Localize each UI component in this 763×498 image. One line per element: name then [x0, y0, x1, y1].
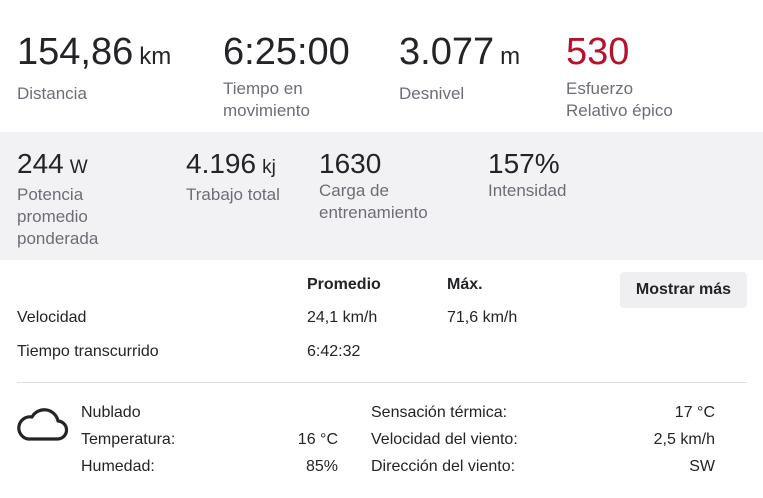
power-stats-band: 244 W Potencia promedio ponderada 4.196 kj…	[0, 132, 763, 260]
section-divider	[17, 382, 747, 383]
moving-time-label-line2: movimiento	[223, 101, 310, 120]
stat-total-work: 4.196 kj Trabajo total	[186, 149, 280, 206]
weather-feels-like-value: 17 °C	[674, 404, 715, 421]
intensity-value: 157%	[488, 148, 560, 179]
weather-humidity-value: 85%	[305, 458, 338, 475]
row-label-elapsed-time: Tiempo transcurrido	[17, 343, 159, 360]
moving-time-label-line1: Tiempo en	[223, 79, 303, 98]
row-speed-max: 71,6 km/h	[447, 309, 518, 326]
stat-intensity: 157% Intensidad	[488, 149, 566, 202]
moving-time-value: 6:25:00	[223, 31, 350, 73]
weighted-power-label-line2: promedio	[17, 207, 88, 226]
weighted-power-value: 244	[17, 148, 64, 179]
stat-weighted-power: 244 W Potencia promedio ponderada	[17, 149, 98, 250]
cloud-icon	[16, 403, 69, 443]
distance-unit: km	[139, 43, 172, 70]
stat-distance: 154,86 km Distancia	[17, 32, 171, 105]
relative-effort-label-line2: Relativo épico	[566, 101, 673, 120]
distance-value: 154,86	[17, 31, 134, 73]
distance-label: Distancia	[17, 84, 87, 103]
elevation-label: Desnivel	[399, 84, 465, 103]
column-header-average: Promedio	[307, 276, 381, 293]
row-speed-average: 24,1 km/h	[307, 309, 378, 326]
weather-condition: Nublado	[81, 404, 141, 421]
training-load-value: 1630	[319, 148, 382, 179]
training-load-label-line2: entrenamiento	[319, 203, 428, 222]
total-work-unit: kj	[262, 157, 276, 178]
weighted-power-unit: W	[69, 157, 88, 178]
weather-wind-direction-label: Dirección del viento:	[371, 458, 516, 475]
training-load-label-line1: Carga de	[319, 181, 389, 200]
weather-wind-direction-value: SW	[689, 458, 715, 475]
stat-moving-time: 6:25:00 Tiempo en movimiento	[223, 32, 350, 122]
stat-training-load: 1630 Carga de entrenamiento	[319, 149, 428, 224]
weather-temperature-value: 16 °C	[297, 431, 338, 448]
show-more-button[interactable]: Mostrar más	[620, 272, 747, 308]
row-label-speed: Velocidad	[17, 309, 87, 326]
total-work-label: Trabajo total	[186, 185, 280, 204]
weather-wind-speed-value: 2,5 km/h	[653, 431, 715, 448]
relative-effort-value: 530	[566, 31, 630, 73]
weighted-power-label-line1: Potencia	[17, 185, 84, 204]
weather-feels-like-label: Sensación térmica:	[371, 404, 508, 421]
weather-wind-speed-label: Velocidad del viento:	[371, 431, 518, 448]
weighted-power-label-line3: ponderada	[17, 229, 99, 248]
elevation-unit: m	[500, 43, 521, 70]
relative-effort-label-line1: Esfuerzo	[566, 79, 634, 98]
elevation-value: 3.077	[399, 31, 495, 73]
weather-humidity-label: Humedad:	[81, 458, 155, 475]
row-elapsed-time-average: 6:42:32	[307, 343, 361, 360]
total-work-value: 4.196	[186, 148, 257, 179]
intensity-label: Intensidad	[488, 181, 567, 200]
weather-temperature-label: Temperatura:	[81, 431, 176, 448]
stat-relative-effort[interactable]: 530 Esfuerzo Relativo épico	[566, 32, 673, 122]
stat-elevation: 3.077 m Desnivel	[399, 32, 520, 105]
column-header-max: Máx.	[447, 276, 483, 293]
